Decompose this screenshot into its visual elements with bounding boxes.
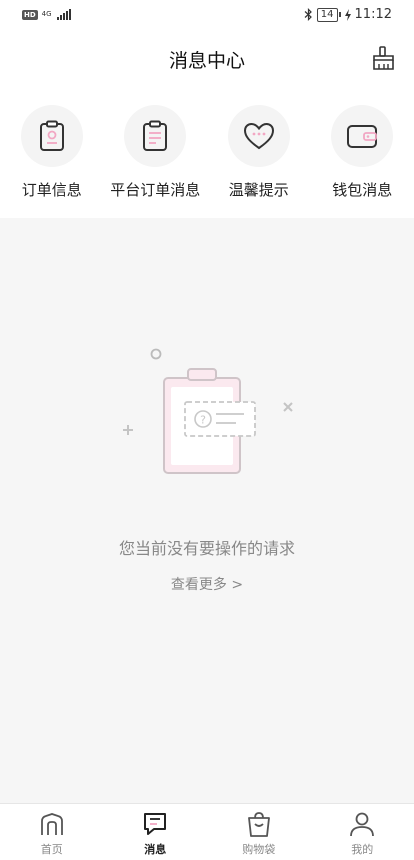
- quick-order-info[interactable]: 订单信息: [0, 100, 104, 218]
- empty-clipboard-illustration: ?: [123, 348, 293, 474]
- tab-messages[interactable]: 消息: [104, 804, 208, 860]
- empty-state-message: 您当前没有要操作的请求: [118, 539, 295, 558]
- bluetooth-icon: [304, 8, 312, 21]
- tab-label: 我的: [351, 843, 374, 856]
- hd-badge: HD: [22, 9, 38, 20]
- broom-icon: [373, 46, 394, 70]
- bottom-tab-bar: 首页 消息 购物袋 我的: [0, 803, 414, 860]
- quick-icon-circle: [20, 105, 83, 167]
- quick-wallet-messages[interactable]: 钱包消息: [311, 100, 414, 218]
- clipboard-list-icon: [143, 120, 168, 151]
- home-icon: [40, 813, 63, 835]
- shopping-bag-icon: [247, 812, 270, 837]
- clipboard-icon: [39, 120, 64, 151]
- charging-icon: [344, 8, 351, 21]
- tab-profile[interactable]: 我的: [311, 804, 414, 860]
- quick-label: 温馨提示: [228, 181, 289, 199]
- clear-messages-button[interactable]: [370, 44, 398, 72]
- quick-icon-circle: [227, 105, 290, 167]
- signal-icon: [56, 9, 71, 20]
- status-right: 14 11:12: [304, 7, 392, 22]
- tab-shopping-bag[interactable]: 购物袋: [207, 804, 311, 860]
- wallet-icon: [347, 125, 378, 148]
- quick-icon-circle: [124, 105, 187, 167]
- tab-label: 首页: [40, 843, 63, 856]
- message-icon: [144, 813, 167, 835]
- quick-actions: 订单信息 平台订单消息 温馨提示 钱包消息: [0, 100, 414, 218]
- user-icon: [350, 812, 375, 837]
- svg-text:?: ?: [200, 414, 206, 427]
- quick-platform-order-messages[interactable]: 平台订单消息: [104, 100, 208, 218]
- battery-icon: 14: [316, 7, 341, 22]
- quick-label: 钱包消息: [332, 181, 393, 199]
- quick-label: 平台订单消息: [110, 181, 201, 199]
- header: 消息中心: [0, 32, 414, 84]
- status-left: HD 4G: [22, 9, 71, 20]
- battery-level: 14: [316, 7, 338, 22]
- quick-warm-tips[interactable]: 温馨提示: [207, 100, 311, 218]
- status-bar: HD 4G 14 11:12: [0, 0, 414, 32]
- quick-label: 订单信息: [21, 181, 82, 199]
- quick-icon-circle: [331, 105, 394, 167]
- tab-label: 消息: [144, 843, 167, 856]
- network-type: 4G: [41, 10, 52, 18]
- tab-home[interactable]: 首页: [0, 804, 104, 860]
- clock: 11:12: [354, 7, 392, 22]
- view-more-link[interactable]: 查看更多 >: [0, 574, 414, 594]
- tab-label: 购物袋: [242, 843, 276, 856]
- heart-chat-icon: [243, 122, 274, 150]
- page-title: 消息中心: [168, 50, 245, 72]
- message-list-area: ? 您当前没有要操作的请求 查看更多 >: [0, 218, 414, 803]
